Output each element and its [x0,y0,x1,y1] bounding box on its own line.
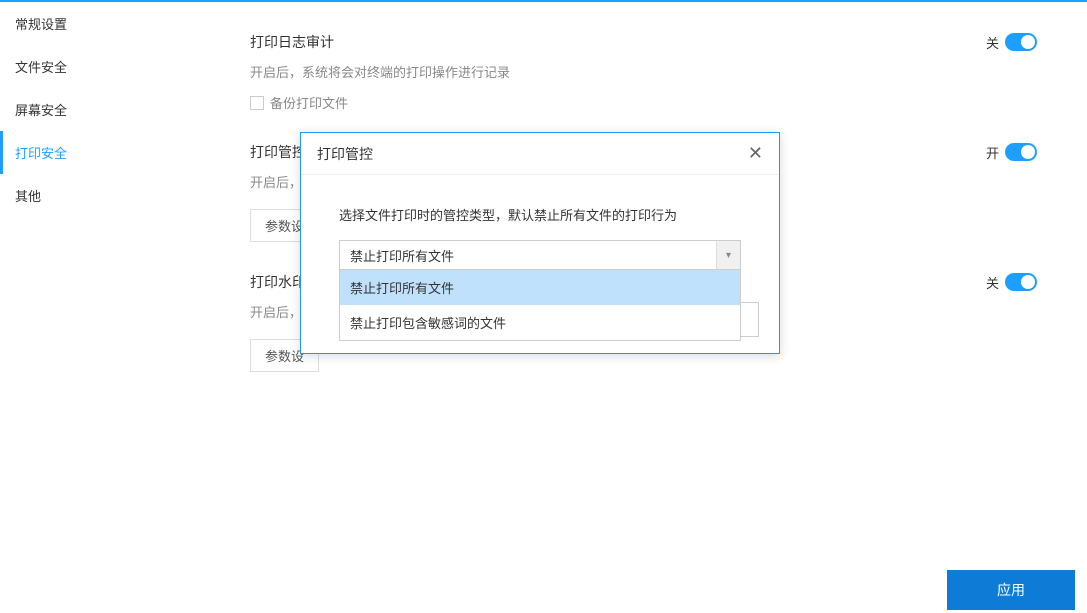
close-icon[interactable]: ✕ [748,143,763,164]
checkbox-backup-label: 备份打印文件 [270,93,348,112]
section-title-watermark: 打印水印 [250,272,306,292]
toggle-control-wrap: 开 [986,143,1037,162]
section-title-audit: 打印日志审计 [250,32,334,52]
sidebar-item-file-security[interactable]: 文件安全 [0,45,200,88]
sidebar-item-print-security[interactable]: 打印安全 [0,131,200,174]
modal-header: 打印管控 ✕ [301,133,779,175]
checkbox-backup[interactable] [250,96,264,110]
select-dropdown: 禁止打印所有文件 禁止打印包含敏感词的文件 [339,269,741,341]
toggle-control-label: 开 [986,143,999,162]
sidebar-item-screen-security[interactable]: 屏幕安全 [0,88,200,131]
checkbox-backup-row: 备份打印文件 [250,93,1037,112]
toggle-audit-wrap: 关 [986,33,1037,52]
chevron-down-icon: ▾ [716,241,740,269]
select-value: 禁止打印所有文件 [350,246,454,265]
toggle-watermark-wrap: 关 [986,273,1037,292]
apply-button[interactable]: 应用 [947,570,1075,610]
sidebar: 常规设置 文件安全 屏幕安全 打印安全 其他 [0,2,200,567]
toggle-watermark[interactable] [1005,273,1037,291]
modal-body: 选择文件打印时的管控类型，默认禁止所有文件的打印行为 禁止打印所有文件 ▾ 禁止… [301,175,779,290]
section-title-control: 打印管控 [250,142,306,162]
footer-bar: 应用 [0,567,1087,613]
modal-desc: 选择文件打印时的管控类型，默认禁止所有文件的打印行为 [339,205,741,224]
select-control-type[interactable]: 禁止打印所有文件 ▾ 禁止打印所有文件 禁止打印包含敏感词的文件 [339,240,741,270]
modal-print-control: 打印管控 ✕ 选择文件打印时的管控类型，默认禁止所有文件的打印行为 禁止打印所有… [300,132,780,354]
toggle-audit[interactable] [1005,33,1037,51]
toggle-audit-label: 关 [986,33,999,52]
section-desc-audit: 开启后，系统将会对终端的打印操作进行记录 [250,62,1037,81]
sidebar-item-other[interactable]: 其他 [0,174,200,217]
modal-title: 打印管控 [317,144,373,164]
dropdown-option-sensitive[interactable]: 禁止打印包含敏感词的文件 [340,305,740,340]
sidebar-item-general[interactable]: 常规设置 [0,2,200,45]
toggle-watermark-label: 关 [986,273,999,292]
section-print-audit: 打印日志审计 关 开启后，系统将会对终端的打印操作进行记录 备份打印文件 [250,32,1037,112]
toggle-control[interactable] [1005,143,1037,161]
dropdown-option-all[interactable]: 禁止打印所有文件 [340,270,740,305]
